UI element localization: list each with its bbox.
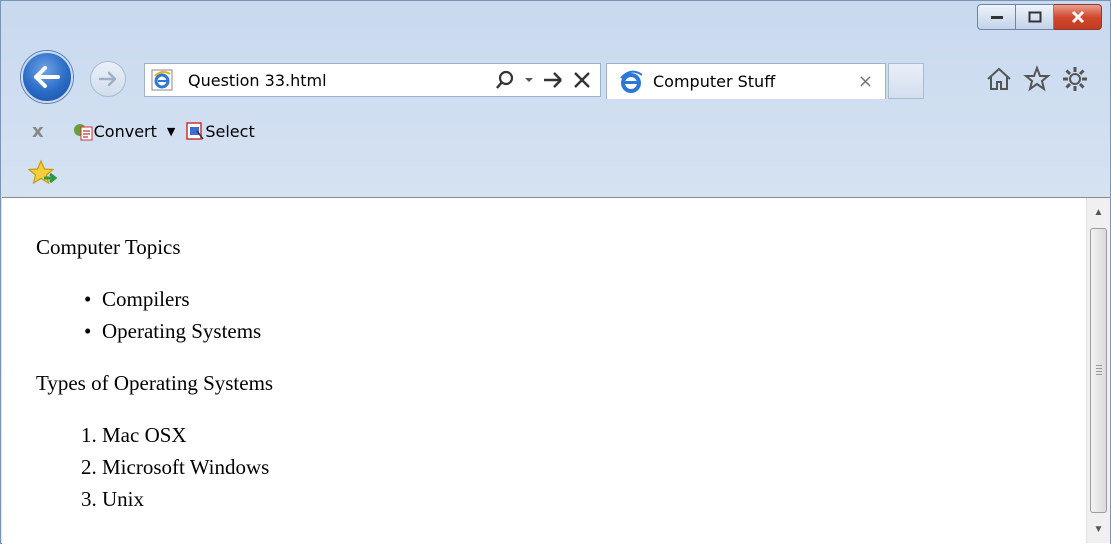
scroll-thumb[interactable]: [1090, 228, 1107, 513]
heading-computer-topics: Computer Topics: [36, 235, 181, 259]
os-types-list: Mac OSX Microsoft Windows Unix: [36, 419, 1066, 515]
address-text: Question 33.html: [188, 70, 327, 90]
browser-window: Question 33.html Computer Stuff × x Conv…: [0, 0, 1111, 544]
toolbar-right-icons: [984, 64, 1090, 94]
close-icon: [1071, 10, 1084, 24]
scroll-up-button[interactable]: ▲: [1087, 198, 1110, 226]
forward-icon: [98, 71, 117, 87]
tab-title: Computer Stuff: [653, 72, 776, 91]
tools-button[interactable]: [1060, 64, 1090, 94]
back-icon: [34, 66, 60, 88]
search-icon[interactable]: [494, 69, 516, 91]
topics-list: Compilers Operating Systems: [36, 283, 1066, 347]
close-button[interactable]: [1054, 4, 1102, 30]
page-content: Computer Topics Compilers Operating Syst…: [2, 197, 1110, 544]
convert-dropdown[interactable]: ▼: [167, 125, 175, 138]
favorites-bar: [2, 153, 1110, 193]
document-body: Computer Topics Compilers Operating Syst…: [36, 231, 1066, 535]
window-controls: [977, 4, 1102, 30]
add-favorites-star-icon: [27, 159, 58, 185]
home-icon: [987, 67, 1011, 90]
minimize-button[interactable]: [977, 4, 1016, 30]
thumb-grip-icon: [1096, 365, 1102, 375]
vertical-scrollbar[interactable]: ▲ ▼: [1086, 198, 1110, 543]
address-actions: [494, 69, 592, 91]
favorites-star-icon: [1023, 65, 1051, 92]
home-button[interactable]: [984, 64, 1014, 94]
ie-icon: [617, 68, 645, 96]
tab-close-button[interactable]: ×: [858, 71, 873, 92]
list-item: Mac OSX: [102, 419, 1066, 451]
maximize-button[interactable]: [1016, 4, 1054, 30]
gear-icon: [1063, 67, 1087, 91]
add-to-favorites-button[interactable]: [27, 159, 58, 191]
tab-computer-stuff[interactable]: Computer Stuff ×: [606, 63, 886, 99]
scroll-down-button[interactable]: ▼: [1087, 515, 1110, 543]
new-tab-button[interactable]: [888, 63, 924, 99]
stop-icon[interactable]: [572, 70, 592, 90]
select-label: Select: [205, 121, 255, 141]
minimize-icon: [990, 16, 1003, 19]
list-item: Compilers: [84, 283, 1066, 315]
forward-button[interactable]: [90, 61, 126, 97]
list-item: Operating Systems: [84, 315, 1066, 347]
list-item: Microsoft Windows: [102, 451, 1066, 483]
maximize-icon: [1028, 11, 1041, 23]
convert-button[interactable]: Convert: [72, 121, 157, 141]
convert-label: Convert: [93, 121, 157, 141]
list-item: Unix: [102, 483, 1066, 515]
go-icon[interactable]: [542, 70, 564, 90]
convert-pdf-icon: [73, 124, 93, 141]
select-button[interactable]: Select: [185, 121, 255, 141]
back-button[interactable]: [21, 51, 73, 103]
ie-icon: [150, 68, 174, 92]
command-bar: x Convert ▼ Select: [2, 113, 1110, 149]
select-pdf-icon: [186, 122, 204, 140]
heading-types-of-os: Types of Operating Systems: [36, 371, 274, 395]
address-bar[interactable]: Question 33.html: [144, 63, 601, 97]
favorites-button[interactable]: [1022, 64, 1052, 94]
dropdown-icon[interactable]: [524, 76, 534, 84]
command-bar-close[interactable]: x: [32, 121, 44, 142]
